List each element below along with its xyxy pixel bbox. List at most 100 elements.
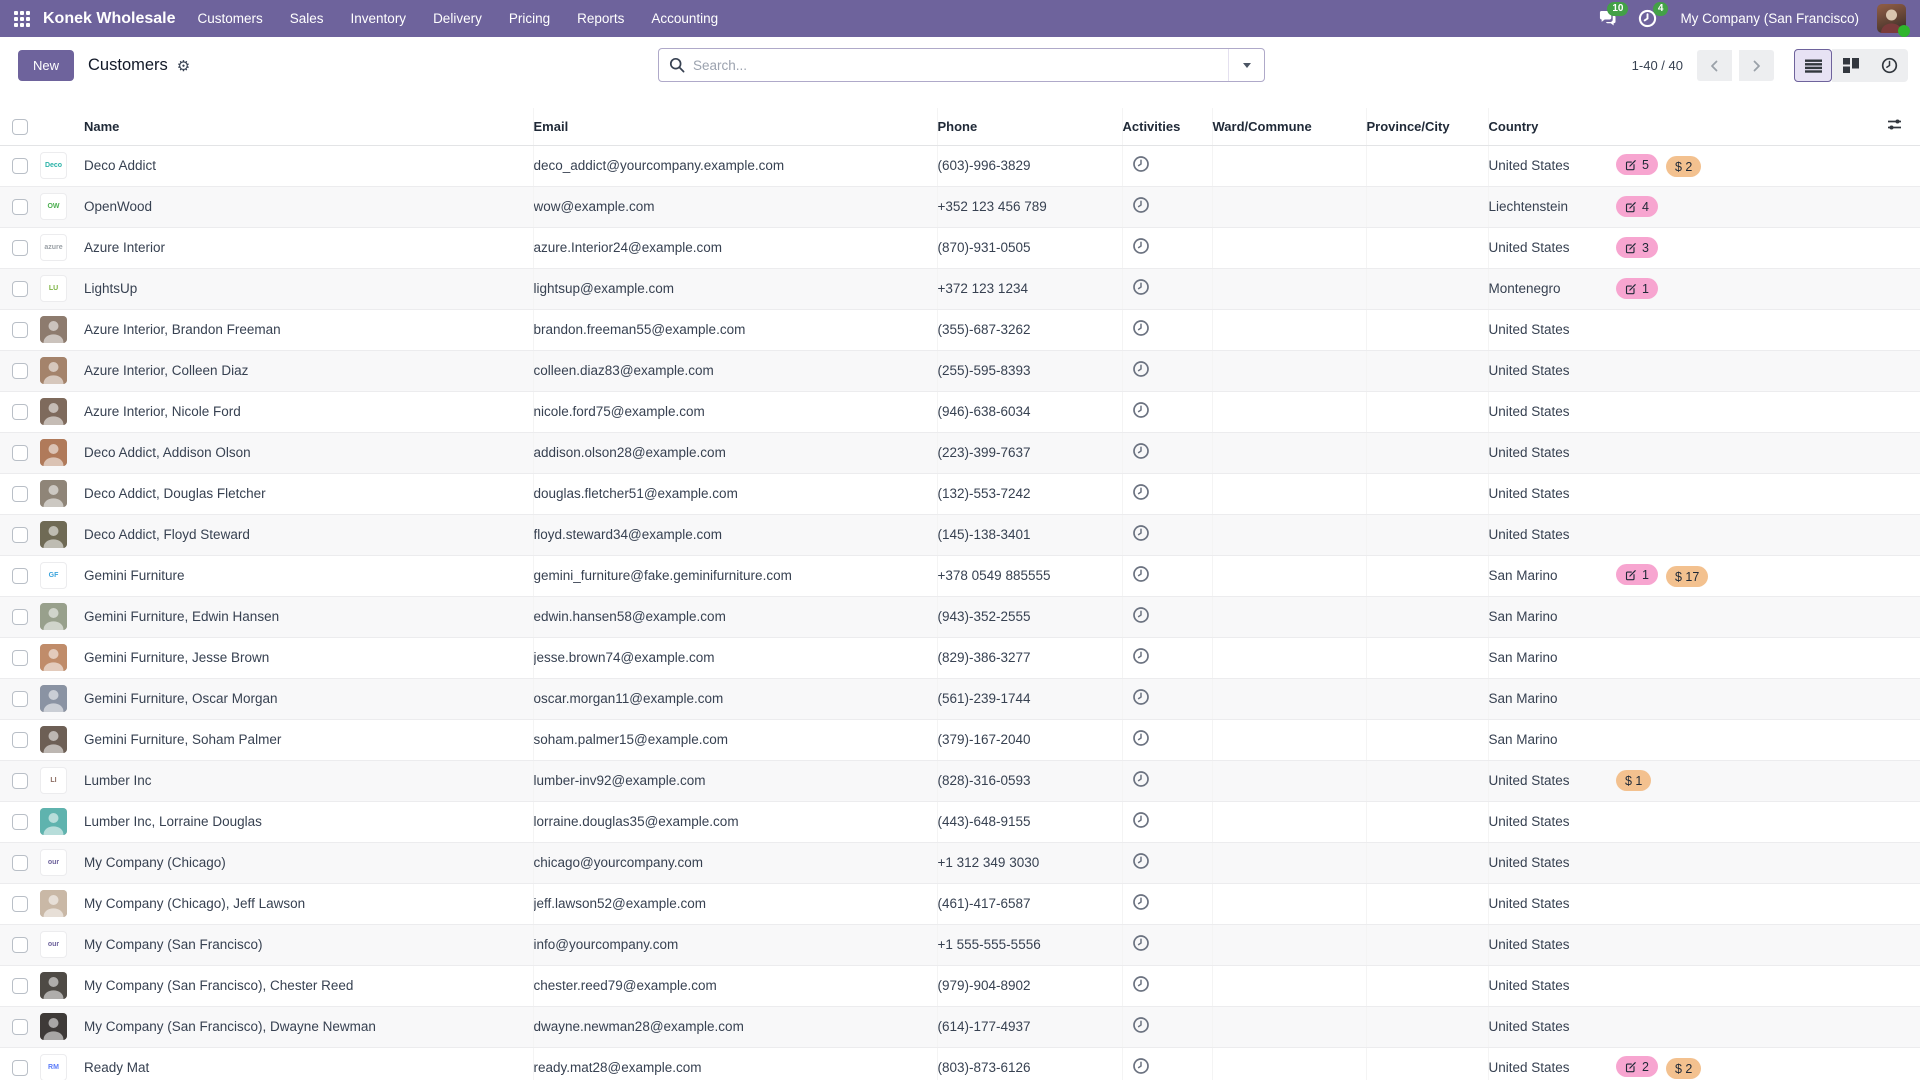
activities-badge[interactable]: 1 [1616, 564, 1658, 585]
customer-email[interactable]: oscar.morgan11@example.com [533, 678, 937, 719]
customer-name[interactable]: Lumber Inc [84, 760, 533, 801]
customer-name[interactable]: Azure Interior, Brandon Freeman [84, 309, 533, 350]
customer-country[interactable]: San Marino [1488, 719, 1610, 760]
customer-email[interactable]: nicole.ford75@example.com [533, 391, 937, 432]
table-row[interactable]: ourMy Company (San Francisco)info@yourco… [0, 924, 1920, 965]
row-checkbox[interactable] [12, 158, 28, 174]
customer-phone[interactable]: (132)-553-7242 [937, 473, 1122, 514]
schedule-activity-cell[interactable] [1122, 473, 1212, 514]
gear-icon[interactable]: ⚙ [177, 57, 190, 75]
row-checkbox[interactable] [12, 814, 28, 830]
customer-country[interactable]: United States [1488, 965, 1610, 1006]
user-avatar[interactable] [1877, 4, 1906, 33]
column-ward-commune[interactable]: Ward/Commune [1212, 108, 1366, 145]
menu-reports[interactable]: Reports [577, 11, 624, 26]
customer-name[interactable]: Azure Interior, Colleen Diaz [84, 350, 533, 391]
row-checkbox[interactable] [12, 855, 28, 871]
pager-next-button[interactable] [1739, 50, 1774, 81]
customer-phone[interactable]: (803)-873-6126 [937, 1047, 1122, 1080]
customer-name[interactable]: Ready Mat [84, 1047, 533, 1080]
row-checkbox[interactable] [12, 732, 28, 748]
app-brand[interactable]: Konek Wholesale [43, 10, 175, 28]
activity-clock-button[interactable] [1132, 688, 1150, 706]
table-row[interactable]: Azure Interior, Nicole Fordnicole.ford75… [0, 391, 1920, 432]
list-view-button[interactable] [1794, 49, 1832, 82]
activities-menu-icon[interactable]: 4 [1636, 8, 1658, 30]
schedule-activity-cell[interactable] [1122, 227, 1212, 268]
optional-columns-icon[interactable] [1887, 119, 1902, 134]
customer-phone[interactable]: +378 0549 885555 [937, 555, 1122, 596]
customer-email[interactable]: jesse.brown74@example.com [533, 637, 937, 678]
row-checkbox[interactable] [12, 445, 28, 461]
table-row[interactable]: Deco Addict, Floyd Stewardfloyd.steward3… [0, 514, 1920, 555]
menu-sales[interactable]: Sales [290, 11, 324, 26]
customer-phone[interactable]: (603)-996-3829 [937, 145, 1122, 186]
schedule-activity-cell[interactable] [1122, 309, 1212, 350]
table-row[interactable]: My Company (Chicago), Jeff Lawsonjeff.la… [0, 883, 1920, 924]
table-row[interactable]: My Company (San Francisco), Chester Reed… [0, 965, 1920, 1006]
customer-phone[interactable]: (946)-638-6034 [937, 391, 1122, 432]
schedule-activity-cell[interactable] [1122, 760, 1212, 801]
customer-country[interactable]: United States [1488, 1006, 1610, 1047]
company-switcher[interactable]: My Company (San Francisco) [1680, 11, 1859, 26]
amount-badge[interactable]: $ 2 [1666, 156, 1701, 177]
amount-badge[interactable]: $ 1 [1616, 770, 1651, 791]
customer-country[interactable]: United States [1488, 924, 1610, 965]
customer-phone[interactable]: (870)-931-0505 [937, 227, 1122, 268]
customer-name[interactable]: My Company (Chicago) [84, 842, 533, 883]
row-checkbox[interactable] [12, 937, 28, 953]
customer-country[interactable]: United States [1488, 1047, 1610, 1080]
activity-clock-button[interactable] [1132, 729, 1150, 747]
schedule-activity-cell[interactable] [1122, 883, 1212, 924]
customer-name[interactable]: Gemini Furniture, Jesse Brown [84, 637, 533, 678]
row-checkbox[interactable] [12, 568, 28, 584]
customer-country[interactable]: United States [1488, 309, 1610, 350]
row-checkbox[interactable] [12, 1019, 28, 1035]
pager-prev-button[interactable] [1697, 50, 1732, 81]
customer-name[interactable]: Azure Interior, Nicole Ford [84, 391, 533, 432]
customer-phone[interactable]: (223)-399-7637 [937, 432, 1122, 473]
schedule-activity-cell[interactable] [1122, 637, 1212, 678]
schedule-activity-cell[interactable] [1122, 1006, 1212, 1047]
schedule-activity-cell[interactable] [1122, 350, 1212, 391]
activity-clock-button[interactable] [1132, 975, 1150, 993]
schedule-activity-cell[interactable] [1122, 186, 1212, 227]
schedule-activity-cell[interactable] [1122, 432, 1212, 473]
customer-phone[interactable]: (255)-595-8393 [937, 350, 1122, 391]
customer-country[interactable]: United States [1488, 842, 1610, 883]
activity-clock-button[interactable] [1132, 934, 1150, 952]
column-activities[interactable]: Activities [1122, 108, 1212, 145]
customer-country[interactable]: San Marino [1488, 678, 1610, 719]
customer-name[interactable]: Lumber Inc, Lorraine Douglas [84, 801, 533, 842]
customer-email[interactable]: lumber-inv92@example.com [533, 760, 937, 801]
kanban-view-button[interactable] [1832, 49, 1870, 82]
customer-phone[interactable]: (828)-316-0593 [937, 760, 1122, 801]
customer-phone[interactable]: +372 123 1234 [937, 268, 1122, 309]
customer-phone[interactable]: +1 555-555-5556 [937, 924, 1122, 965]
schedule-activity-cell[interactable] [1122, 596, 1212, 637]
customer-email[interactable]: chicago@yourcompany.com [533, 842, 937, 883]
activities-badge[interactable]: 5 [1616, 154, 1658, 175]
customer-country[interactable]: United States [1488, 227, 1610, 268]
row-checkbox[interactable] [12, 978, 28, 994]
table-row[interactable]: RMReady Matready.mat28@example.com(803)-… [0, 1047, 1920, 1080]
row-checkbox[interactable] [12, 404, 28, 420]
menu-inventory[interactable]: Inventory [351, 11, 407, 26]
customer-country[interactable]: United States [1488, 760, 1610, 801]
customer-email[interactable]: colleen.diaz83@example.com [533, 350, 937, 391]
customer-country[interactable]: United States [1488, 350, 1610, 391]
customer-phone[interactable]: (979)-904-8902 [937, 965, 1122, 1006]
row-checkbox[interactable] [12, 363, 28, 379]
schedule-activity-cell[interactable] [1122, 842, 1212, 883]
activity-clock-button[interactable] [1132, 524, 1150, 542]
customer-email[interactable]: brandon.freeman55@example.com [533, 309, 937, 350]
row-checkbox[interactable] [12, 691, 28, 707]
menu-delivery[interactable]: Delivery [433, 11, 482, 26]
schedule-activity-cell[interactable] [1122, 514, 1212, 555]
activity-clock-button[interactable] [1132, 442, 1150, 460]
menu-accounting[interactable]: Accounting [651, 11, 718, 26]
table-row[interactable]: Azure Interior, Colleen Diazcolleen.diaz… [0, 350, 1920, 391]
customer-email[interactable]: lorraine.douglas35@example.com [533, 801, 937, 842]
activity-clock-button[interactable] [1132, 811, 1150, 829]
activity-clock-button[interactable] [1132, 483, 1150, 501]
